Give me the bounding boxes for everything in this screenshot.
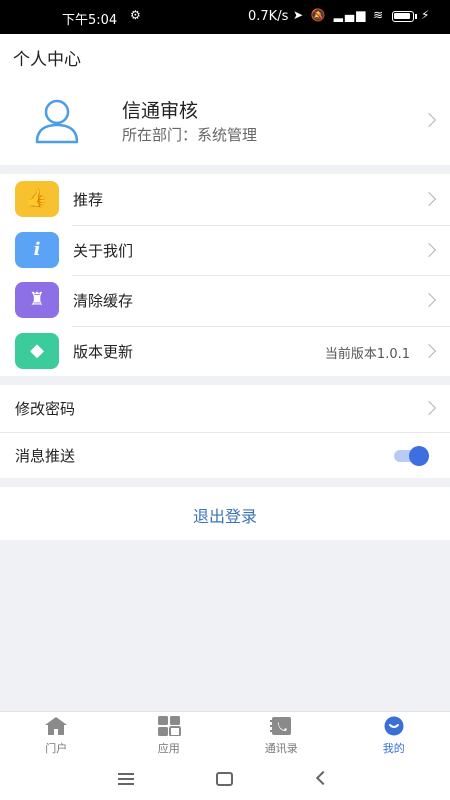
- push-notification-label: 消息推送: [15, 446, 76, 465]
- status-time: 下午5:04: [62, 13, 118, 28]
- chevron-right-icon: [421, 343, 437, 358]
- status-icons: ➤ 🔕 ▂▄▆ ≋: [293, 8, 386, 22]
- chevron-right-icon: [421, 242, 437, 257]
- menu-item-label: 版本更新: [73, 342, 134, 361]
- menu-item-recommend[interactable]: 👍 推荐: [0, 174, 450, 225]
- tab-mine[interactable]: 我的: [338, 712, 450, 762]
- chevron-right-icon: [421, 112, 437, 128]
- charging-icon: ⚡: [421, 8, 430, 22]
- diamond-icon: ◆: [15, 332, 59, 369]
- battery-icon: [392, 11, 414, 22]
- menu-group: 👍 推荐 i 关于我们 ♜ 清除缓存 ◆ 版本更新 当前版本1.0.1: [0, 174, 450, 376]
- menu-item-label: 清除缓存: [73, 292, 134, 310]
- push-notification-toggle[interactable]: [394, 445, 431, 466]
- push-notification-item: 消息推送: [0, 431, 450, 479]
- contacts-icon: [270, 717, 291, 735]
- chevron-right-icon: [421, 292, 437, 308]
- network-speed: 0.7K/s: [248, 9, 289, 24]
- page-title: 个人中心: [13, 50, 81, 70]
- avatar-icon: [35, 99, 79, 144]
- menu-item-version-update[interactable]: ◆ 版本更新 当前版本1.0.1: [0, 325, 450, 377]
- thumbs-up-icon: 👍: [15, 181, 59, 217]
- tab-apps[interactable]: 应用: [113, 712, 226, 762]
- change-password-label: 修改密码: [15, 400, 76, 418]
- home-icon: [45, 717, 67, 735]
- bottom-tab-bar: 门户 应用 通讯录 我的: [0, 711, 450, 761]
- tab-label: 门户: [45, 742, 68, 755]
- page-header: 个人中心: [0, 34, 450, 78]
- system-nav-bar: [0, 761, 450, 800]
- settings-group: 修改密码 消息推送: [0, 385, 450, 478]
- tab-label: 应用: [157, 742, 180, 755]
- home-button-icon[interactable]: [216, 772, 233, 786]
- chevron-right-icon: [421, 191, 437, 207]
- broom-icon: ♜: [15, 282, 59, 318]
- back-icon[interactable]: [315, 770, 331, 786]
- settings-status-icon: ⚙: [130, 8, 141, 22]
- menu-item-label: 推荐: [73, 191, 104, 209]
- change-password-item[interactable]: 修改密码: [0, 385, 450, 432]
- tab-contacts[interactable]: 通讯录: [225, 712, 338, 762]
- info-icon: i: [15, 231, 59, 268]
- tab-portal[interactable]: 门户: [0, 712, 113, 762]
- menu-item-about-us[interactable]: i 关于我们: [0, 224, 450, 276]
- user-department: 所在部门：系统管理: [122, 126, 258, 144]
- apps-grid-icon: [157, 716, 181, 736]
- tab-label: 我的: [382, 742, 405, 755]
- user-name: 信通审核: [122, 100, 199, 122]
- chevron-right-icon: [421, 400, 437, 416]
- battery-tip: [415, 14, 417, 19]
- logout-button[interactable]: 退出登录: [0, 487, 450, 540]
- menu-item-label: 关于我们: [73, 241, 134, 260]
- profile-card[interactable]: 信通审核 所在部门：系统管理: [0, 78, 450, 165]
- logout-label: 退出登录: [192, 507, 257, 526]
- current-version: 当前版本1.0.1: [324, 346, 410, 362]
- toggle-knob: [409, 445, 429, 466]
- status-bar: 下午5:04 ⚙ 0.7K/s ➤ 🔕 ▂▄▆ ≋ ⚡: [0, 0, 450, 34]
- menu-item-clear-cache[interactable]: ♜ 清除缓存: [0, 275, 450, 326]
- tab-label: 通讯录: [264, 742, 298, 755]
- profile-icon: [384, 716, 403, 736]
- menu-icon[interactable]: [118, 773, 134, 785]
